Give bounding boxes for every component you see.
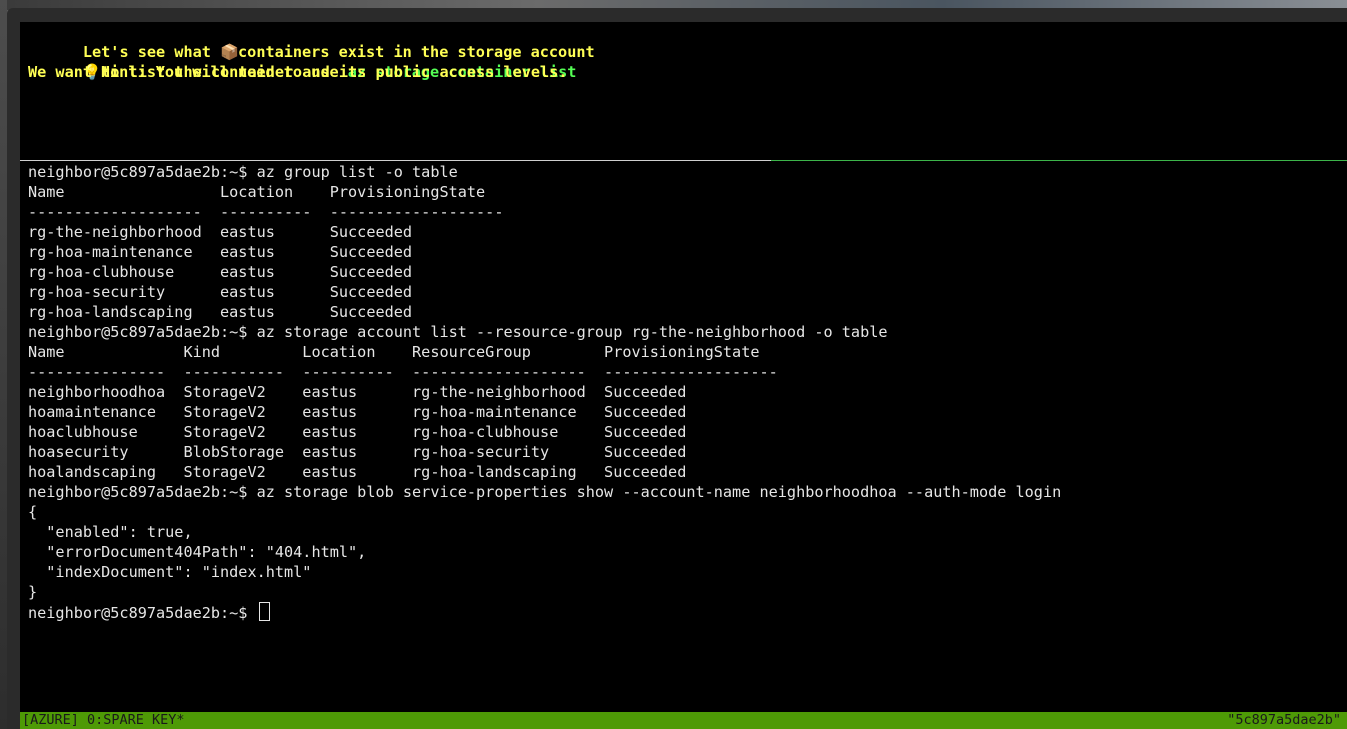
terminal-line: rg-hoa-maintenance eastus Succeeded (28, 243, 413, 261)
status-session[interactable]: [AZURE] 0:SPARE KEY* (22, 712, 185, 729)
tmux-status-bar: [AZURE] 0:SPARE KEY* "5c897a5dae2b" (20, 712, 1347, 729)
terminal-window: Let's see what 📦containers exist in the … (7, 8, 1347, 729)
terminal-line: neighbor@5c897a5dae2b:~$ az storage acco… (28, 323, 888, 341)
terminal-line: "errorDocument404Path": "404.html", (28, 543, 367, 561)
hint-line-1: Let's see what 📦containers exist in the … (28, 22, 595, 61)
desktop-edge (0, 0, 7, 729)
terminal-line: hoalandscaping StorageV2 eastus rg-hoa-l… (28, 463, 687, 481)
terminal-line: neighbor@5c897a5dae2b:~$ az storage blob… (28, 483, 1062, 501)
terminal-line: ------------------- ---------- ---------… (28, 203, 504, 221)
terminal-line: rg-hoa-landscaping eastus Succeeded (28, 303, 413, 321)
terminal-line: neighborhoodhoa StorageV2 eastus rg-the-… (28, 383, 687, 401)
text-cursor (258, 602, 270, 621)
terminal-line: "indexDocument": "index.html" (28, 563, 312, 581)
hint-line-2: 💡Hint: You will need to use az storage c… (28, 42, 576, 81)
terminal-line: "enabled": true, (28, 523, 193, 541)
terminal-line: rg-the-neighborhood eastus Succeeded (28, 223, 413, 241)
terminal-line: rg-hoa-clubhouse eastus Succeeded (28, 263, 413, 281)
hint-line-3: We want to list the container and its pu… (28, 63, 568, 81)
terminal-area[interactable]: Let's see what 📦containers exist in the … (20, 22, 1347, 712)
terminal-line: hoamaintenance StorageV2 eastus rg-hoa-m… (28, 403, 687, 421)
shell-prompt: neighbor@5c897a5dae2b:~$ (28, 604, 257, 622)
terminal-line: rg-hoa-security eastus Succeeded (28, 283, 413, 301)
terminal-line: --------------- ----------- ---------- -… (28, 363, 778, 381)
terminal-line: Name Location ProvisioningState (28, 183, 486, 201)
status-hostname: "5c897a5dae2b" (1227, 712, 1341, 728)
terminal-line: } (28, 583, 38, 601)
prompt-line[interactable]: neighbor@5c897a5dae2b:~$ (28, 602, 270, 622)
pane-divider (20, 160, 771, 161)
terminal-line: neighbor@5c897a5dae2b:~$ az group list -… (28, 163, 458, 181)
terminal-line: hoasecurity BlobStorage eastus rg-hoa-se… (28, 443, 687, 461)
pane-divider-active (771, 160, 1347, 161)
terminal-line: hoaclubhouse StorageV2 eastus rg-hoa-clu… (28, 423, 687, 441)
terminal-line: Name Kind Location ResourceGroup Provisi… (28, 343, 760, 361)
terminal-line: { (28, 503, 38, 521)
